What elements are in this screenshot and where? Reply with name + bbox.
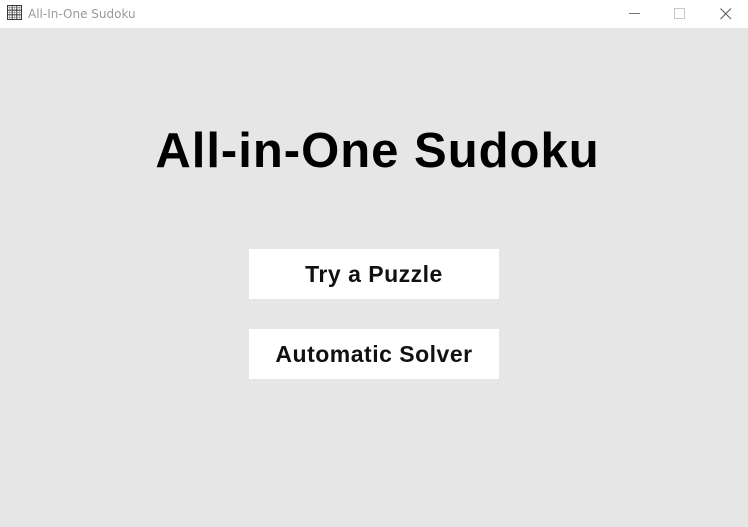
minimize-button[interactable] <box>612 0 658 28</box>
close-icon <box>720 8 732 20</box>
minimize-icon <box>629 13 640 14</box>
try-puzzle-button[interactable]: Try a Puzzle <box>249 249 499 299</box>
maximize-icon <box>674 8 685 19</box>
title-bar: All-In-One Sudoku <box>0 0 748 28</box>
page-title: All-in-One Sudoku <box>155 124 600 178</box>
maximize-button[interactable] <box>657 0 703 28</box>
close-button[interactable] <box>703 0 748 28</box>
automatic-solver-button[interactable]: Automatic Solver <box>249 329 499 379</box>
sudoku-grid-icon <box>7 5 22 20</box>
window-title: All-In-One Sudoku <box>28 7 136 21</box>
